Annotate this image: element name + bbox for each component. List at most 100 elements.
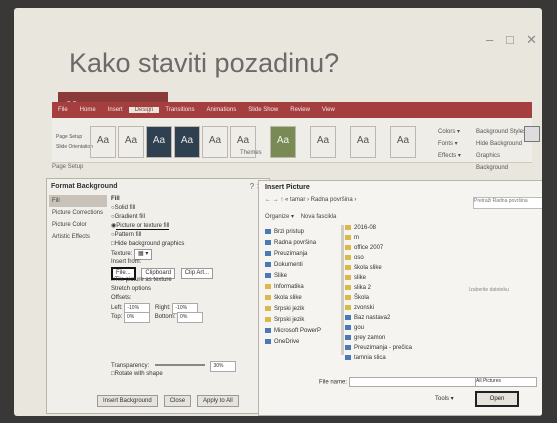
pictures-icon (265, 272, 271, 278)
stretch-options-label: Stretch options (111, 286, 152, 292)
organize-button[interactable]: Organize ▾ (265, 214, 294, 220)
list-item[interactable]: Škola (345, 293, 405, 303)
offset-bottom-input[interactable]: 0% (177, 312, 204, 323)
list-item[interactable]: oso (345, 253, 405, 263)
format-background-launcher-button[interactable] (524, 126, 540, 142)
list-item[interactable]: grey zamon (345, 333, 405, 343)
download-icon (265, 250, 271, 256)
powerpoint-icon (265, 327, 271, 333)
minimize-icon[interactable]: – (486, 32, 493, 47)
offset-top-input[interactable]: 0% (124, 312, 151, 323)
list-item[interactable]: 2016-08 (345, 223, 405, 233)
nav-item[interactable]: Microsoft PowerP (265, 326, 339, 337)
pane-title: Format Background (51, 183, 118, 190)
nav-item[interactable]: škola slike (265, 293, 339, 304)
pattern-fill-radio[interactable]: Pattern fill (111, 231, 265, 240)
preview-hint: Izaberite datoteku (469, 287, 509, 293)
theme-tile[interactable]: Aa (350, 126, 376, 158)
insert-picture-dialog: Insert Picture ← → ↑ « tamar › Radna pov… (258, 180, 542, 416)
tab-view[interactable]: View (316, 107, 341, 113)
effects-dropdown[interactable]: Effects ▾ (438, 150, 461, 162)
pane-nav: Fill Picture Corrections Picture Color A… (49, 195, 107, 295)
nav-picture-color[interactable]: Picture Color (49, 219, 107, 231)
close-icon[interactable]: ✕ (526, 32, 537, 48)
themes-group-label: Themes (240, 150, 262, 156)
solid-fill-radio[interactable]: Solid fill (111, 204, 265, 213)
theme-tile[interactable]: Aa (118, 126, 144, 158)
maximize-icon[interactable]: □ (506, 32, 514, 47)
nav-picture-corrections[interactable]: Picture Corrections (49, 207, 107, 219)
nav-fill[interactable]: Fill (49, 195, 107, 207)
theme-tile[interactable]: Aa (310, 126, 336, 158)
folder-icon (345, 264, 351, 270)
apply-to-all-button[interactable]: Apply to All (197, 395, 239, 407)
transparency-slider[interactable] (154, 364, 205, 367)
clip-art-button[interactable]: Clip Art... (180, 268, 214, 279)
theme-tile[interactable]: Aa (270, 126, 296, 158)
offsets-row-1: Left: -10% Right: -10% (111, 303, 265, 314)
file-type-select[interactable]: All Pictures (475, 377, 537, 387)
list-item[interactable]: office 2007 (345, 243, 405, 253)
theme-tile[interactable]: Aa (146, 126, 172, 158)
nav-item[interactable]: Preuzimanja (265, 249, 339, 260)
tab-transitions[interactable]: Transitions (159, 107, 200, 113)
folder-icon (265, 283, 271, 289)
tab-slide-show[interactable]: Slide Show (242, 107, 284, 113)
tab-file[interactable]: File (52, 107, 74, 113)
list-item[interactable]: škola slike (345, 263, 405, 273)
nav-item[interactable]: Slike (265, 271, 339, 282)
nav-artistic-effects[interactable]: Artistic Effects (49, 231, 107, 243)
nav-item[interactable]: Brzi pristup (265, 227, 339, 238)
theme-tile[interactable]: Aa (390, 126, 416, 158)
projected-screen: Kako staviti pozadinu? – □ ✕ ▪ ↶ ↷ ▾ Fil… (14, 8, 542, 416)
hide-background-graphics-check[interactable]: Hide background graphics (111, 240, 265, 249)
rotate-with-shape-check[interactable]: Rotate with shape (111, 370, 265, 379)
insert-from-buttons: File... Clipboard Clip Art... (111, 267, 265, 280)
tab-review[interactable]: Review (284, 107, 316, 113)
list-item[interactable]: Baz nastava2 (345, 313, 405, 323)
colors-dropdown[interactable]: Colors ▾ (438, 126, 461, 138)
scrollbar[interactable] (341, 225, 344, 355)
nav-item[interactable]: Srpski jezik (265, 315, 339, 326)
tab-design[interactable]: Design (128, 107, 160, 113)
picture-fill-radio[interactable]: Picture or texture fill (111, 222, 265, 231)
list-item[interactable]: zvonski (345, 303, 405, 313)
folder-icon (345, 244, 351, 250)
new-folder-button[interactable]: Nova fascikla (301, 214, 337, 220)
gradient-fill-radio[interactable]: Gradient fill (111, 213, 265, 222)
fonts-dropdown[interactable]: Fonts ▾ (438, 138, 461, 150)
list-item[interactable]: m (345, 233, 405, 243)
close-button[interactable]: Close (163, 395, 192, 407)
image-file-icon (345, 324, 351, 330)
tab-animations[interactable]: Animations (201, 107, 243, 113)
slide-orientation-button[interactable]: Slide Orientation (56, 144, 93, 150)
tab-insert[interactable]: Insert (102, 107, 129, 113)
address-bar[interactable]: ← → ↑ « tamar › Radna površina › (265, 197, 485, 207)
nav-item[interactable]: Srpski jezik (265, 304, 339, 315)
tools-dropdown[interactable]: Tools ▾ (435, 395, 454, 402)
star-icon (265, 228, 271, 234)
tab-home[interactable]: Home (74, 107, 102, 113)
list-item[interactable]: tamnia slica (345, 353, 405, 363)
nav-item[interactable]: Radna površina (265, 238, 339, 249)
image-file-icon (345, 354, 351, 360)
page-setup-button[interactable]: Page Setup (56, 134, 82, 140)
list-item[interactable]: gou (345, 323, 405, 333)
transparency-input[interactable]: 30% (210, 361, 237, 372)
list-item[interactable]: Preuzimanja - prečica (345, 343, 412, 353)
open-button[interactable]: Open (475, 391, 519, 407)
file-name-input[interactable] (348, 377, 483, 387)
nav-item[interactable]: Informatika (265, 282, 339, 293)
list-item[interactable]: slika 2 (345, 283, 405, 293)
nav-item[interactable]: OneDrive (265, 337, 339, 348)
nav-item[interactable]: Dokumenti (265, 260, 339, 271)
offsets-row-2: Top: 0% Bottom: 0% (111, 312, 265, 323)
theme-tile[interactable]: Aa (90, 126, 116, 158)
list-item[interactable]: slike (345, 273, 405, 283)
image-file-icon (345, 314, 351, 320)
folder-icon (345, 274, 351, 280)
search-input[interactable]: Pretraži Radna površina (473, 197, 542, 209)
insert-background-button[interactable]: Insert Background (97, 395, 158, 407)
theme-tile[interactable]: Aa (202, 126, 228, 158)
theme-tile[interactable]: Aa (174, 126, 200, 158)
